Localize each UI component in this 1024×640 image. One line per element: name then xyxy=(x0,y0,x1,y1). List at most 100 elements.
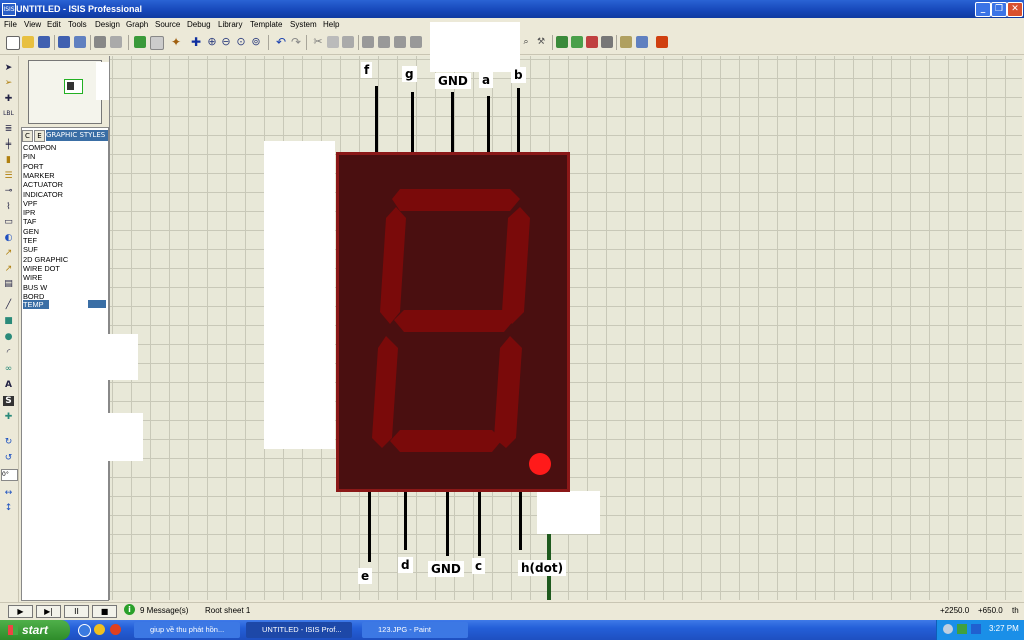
junction-mode-icon[interactable]: ✚ xyxy=(3,94,14,104)
bus-mode-icon[interactable]: ╪ xyxy=(3,140,14,150)
list-item[interactable]: 2D GRAPHIC xyxy=(23,255,105,264)
paste-icon[interactable] xyxy=(342,36,354,48)
export-icon[interactable] xyxy=(74,36,86,48)
pin-g[interactable] xyxy=(411,92,414,152)
list-item[interactable]: WIRE xyxy=(23,273,105,282)
open-folder-icon[interactable] xyxy=(22,36,34,48)
list-item[interactable]: IPR xyxy=(23,208,105,217)
menu-debug[interactable]: Debug xyxy=(187,19,211,31)
pin-d[interactable] xyxy=(404,492,407,550)
pin-h-dot[interactable] xyxy=(519,492,522,550)
maximize-button[interactable]: ❐ xyxy=(991,2,1007,17)
bill-of-materials-icon[interactable] xyxy=(620,36,632,48)
subcircuit-icon[interactable]: ▮ xyxy=(3,155,14,165)
menu-graph[interactable]: Graph xyxy=(126,19,148,31)
play-button[interactable]: ▶ xyxy=(8,605,33,618)
rotate-anticlockwise-icon[interactable]: ↺ xyxy=(3,453,14,463)
grid-icon[interactable] xyxy=(150,36,164,50)
rotation-angle-field[interactable]: 0° xyxy=(1,469,18,481)
browser-icon[interactable] xyxy=(78,624,91,637)
list-item[interactable]: MARKER xyxy=(23,171,105,180)
electrical-check-icon[interactable] xyxy=(636,36,648,48)
voltage-probe-icon[interactable]: ↗ xyxy=(3,248,14,258)
task-browser[interactable]: giup về thu phát hồn... xyxy=(134,622,240,638)
rotate-clockwise-icon[interactable]: ↻ xyxy=(3,437,14,447)
generator-icon[interactable]: ◐ xyxy=(3,233,14,243)
list-item[interactable]: WIRE DOT xyxy=(23,264,105,273)
minimize-button[interactable]: _ xyxy=(975,2,991,17)
pin-f[interactable] xyxy=(375,86,378,152)
tape-recorder-icon[interactable]: ▭ xyxy=(3,217,14,227)
new-file-icon[interactable] xyxy=(6,36,20,50)
list-item[interactable]: GEN xyxy=(23,227,105,236)
menu-file[interactable]: File xyxy=(4,19,17,31)
block-copy-icon[interactable] xyxy=(362,36,374,48)
menu-tools[interactable]: Tools xyxy=(68,19,87,31)
line-tool-icon[interactable]: ╱ xyxy=(3,300,14,310)
pin-gnd-top[interactable] xyxy=(451,92,454,152)
list-item[interactable]: BUS W xyxy=(23,283,105,292)
selection-mode-icon[interactable]: ➤ xyxy=(3,63,14,73)
clock[interactable]: 3:27 PM xyxy=(989,624,1019,633)
pan-icon[interactable]: ✚ xyxy=(190,36,202,48)
security-icon[interactable] xyxy=(957,624,967,634)
list-item[interactable]: PIN xyxy=(23,152,105,161)
selector-tab-e[interactable]: E xyxy=(34,130,45,142)
menu-template[interactable]: Template xyxy=(250,19,282,31)
selector-tab-c[interactable]: C xyxy=(22,130,33,142)
undo-icon[interactable]: ↶ xyxy=(275,36,287,48)
graph-mode-icon[interactable]: ⌇ xyxy=(3,202,14,212)
remove-sheet-icon[interactable] xyxy=(586,36,598,48)
redo-icon[interactable]: ↷ xyxy=(290,36,302,48)
menu-help[interactable]: Help xyxy=(323,19,339,31)
ares-icon[interactable] xyxy=(656,36,668,48)
marker-tool-icon[interactable]: ✚ xyxy=(3,412,14,422)
property-tool-icon[interactable]: ⚒ xyxy=(535,36,547,48)
wire-label-icon[interactable]: LBL xyxy=(3,109,14,119)
pin-gnd-bottom[interactable] xyxy=(446,492,449,556)
current-probe-icon[interactable]: ↗ xyxy=(3,264,14,274)
component-mode-icon[interactable]: ➢ xyxy=(3,78,14,88)
text-script-icon[interactable]: ≣ xyxy=(3,124,14,134)
pause-button[interactable]: II xyxy=(64,605,89,618)
block-delete-icon[interactable] xyxy=(410,36,422,48)
stop-button[interactable]: ■ xyxy=(92,605,117,618)
netlist-icon[interactable] xyxy=(556,36,568,48)
origin-icon[interactable]: ✦ xyxy=(170,36,182,48)
list-item[interactable]: SUF xyxy=(23,245,105,254)
list-item-selected[interactable]: TEMP xyxy=(23,300,49,310)
save-icon[interactable] xyxy=(38,36,50,48)
pin-e[interactable] xyxy=(368,492,371,562)
block-move-icon[interactable] xyxy=(378,36,390,48)
volume-icon[interactable] xyxy=(971,624,981,634)
menu-design[interactable]: Design xyxy=(95,19,120,31)
messenger-icon[interactable] xyxy=(94,624,105,635)
pin-b[interactable] xyxy=(517,88,520,152)
menu-library[interactable]: Library xyxy=(218,19,242,31)
refresh-icon[interactable] xyxy=(134,36,146,48)
device-pins-icon[interactable]: ⊸ xyxy=(3,186,14,196)
list-item[interactable]: INDICATOR xyxy=(23,190,105,199)
mirror-vertical-icon[interactable]: ↕ xyxy=(3,503,14,513)
menu-view[interactable]: View xyxy=(24,19,41,31)
list-item[interactable]: PORT xyxy=(23,162,105,171)
circle-tool-icon[interactable]: ● xyxy=(3,332,14,342)
list-item[interactable]: COMPON xyxy=(23,143,105,152)
search-icon[interactable]: ⌕ xyxy=(520,36,532,48)
chrome-icon[interactable] xyxy=(110,624,121,635)
network-icon[interactable] xyxy=(943,624,953,634)
path-tool-icon[interactable]: ∞ xyxy=(3,364,14,374)
task-isis[interactable]: UNTITLED - ISIS Prof... xyxy=(246,622,352,638)
list-item[interactable]: ACTUATOR xyxy=(23,180,105,189)
zoom-in-icon[interactable]: ⊕ xyxy=(206,36,218,48)
step-button[interactable]: ▶| xyxy=(36,605,61,618)
exit-parent-icon[interactable] xyxy=(601,36,613,48)
box-tool-icon[interactable]: ■ xyxy=(3,316,14,326)
message-count[interactable]: 9 Message(s) xyxy=(140,605,188,617)
import-icon[interactable] xyxy=(58,36,70,48)
new-sheet-icon[interactable] xyxy=(571,36,583,48)
menu-edit[interactable]: Edit xyxy=(47,19,61,31)
menu-source[interactable]: Source xyxy=(155,19,180,31)
list-item[interactable]: VPF xyxy=(23,199,105,208)
zoom-out-icon[interactable]: ⊖ xyxy=(220,36,232,48)
